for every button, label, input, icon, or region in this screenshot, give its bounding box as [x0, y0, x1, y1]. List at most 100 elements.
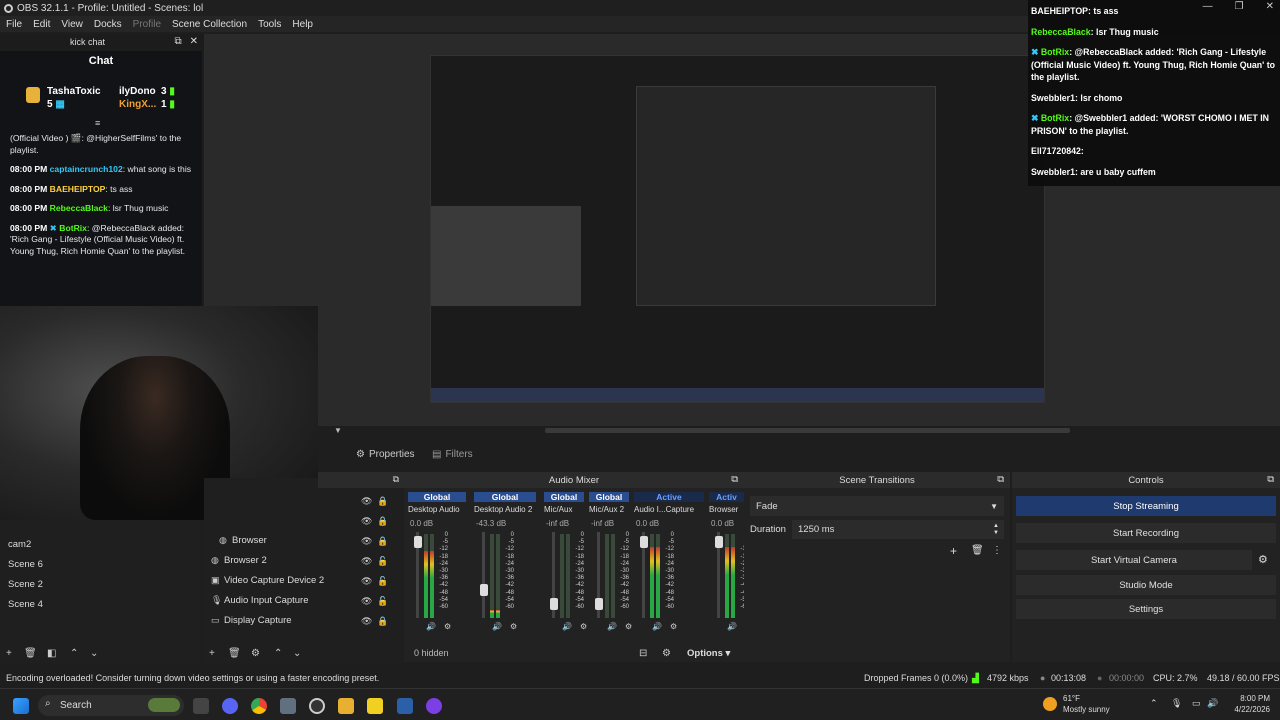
lock-icon[interactable]: 🔒: [377, 536, 388, 547]
visibility-icon[interactable]: 👁: [361, 576, 372, 587]
remove-transition-icon[interactable]: 🗑: [971, 545, 984, 556]
move-up-icon[interactable]: ⌃: [70, 648, 78, 659]
stop-streaming-button[interactable]: Stop Streaming: [1016, 496, 1276, 516]
app-icon[interactable]: [426, 698, 442, 714]
network-icon[interactable]: ▭: [1192, 698, 1201, 709]
channel-settings-icon[interactable]: ⚙: [580, 622, 587, 631]
scene-item[interactable]: Scene 4: [8, 599, 43, 610]
start-virtual-camera-button[interactable]: Start Virtual Camera: [1016, 550, 1252, 570]
mute-icon[interactable]: 🔊: [727, 622, 737, 631]
channel-settings-icon[interactable]: ⚙: [670, 622, 677, 631]
more-options-icon[interactable]: ⋮: [992, 545, 1002, 556]
float-dock-icon[interactable]: ⧉: [174, 36, 181, 47]
visibility-icon[interactable]: 👁: [361, 596, 372, 607]
fader-knob[interactable]: [550, 598, 558, 610]
scene-item[interactable]: Scene 2: [8, 579, 43, 590]
menu-edit[interactable]: Edit: [33, 19, 50, 30]
advanced-icon[interactable]: ⚙: [662, 648, 671, 659]
transition-select[interactable]: Fade ▼: [750, 496, 1004, 516]
fader-knob[interactable]: [414, 536, 422, 548]
source-item[interactable]: ◍ Browser 2: [211, 555, 267, 566]
lock-icon[interactable]: 🔒: [377, 496, 388, 507]
source-item[interactable]: 🎙 Audio Input Capture: [211, 595, 309, 606]
menu-file[interactable]: File: [6, 19, 22, 30]
float-dock-icon[interactable]: ⧉: [731, 474, 738, 485]
app-icon[interactable]: [397, 698, 413, 714]
add-source-icon[interactable]: +: [209, 648, 215, 659]
settings-app-icon[interactable]: [280, 698, 296, 714]
visibility-icon[interactable]: 👁: [361, 536, 372, 547]
close-icon[interactable]: ✕: [1266, 1, 1274, 12]
scene-filters-icon[interactable]: ◧: [47, 648, 56, 659]
volume-fader[interactable]: [482, 532, 485, 618]
menu-profile[interactable]: Profile: [133, 19, 161, 30]
source-item[interactable]: ▣ Video Capture Device 2: [211, 575, 324, 586]
visibility-icon[interactable]: 👁: [361, 556, 372, 567]
lock-icon[interactable]: 🔒: [377, 616, 388, 627]
visibility-icon[interactable]: 👁: [361, 496, 372, 507]
mute-icon[interactable]: 🔊: [492, 622, 502, 631]
file-explorer-icon[interactable]: [338, 698, 354, 714]
scroll-down-icon[interactable]: ▼: [334, 426, 342, 435]
settings-button[interactable]: Settings: [1016, 599, 1276, 619]
unlock-icon[interactable]: 🔓: [377, 576, 388, 587]
minimize-icon[interactable]: —: [1203, 1, 1213, 12]
add-transition-icon[interactable]: +: [950, 544, 957, 558]
float-dock-icon[interactable]: ⧉: [997, 474, 1004, 485]
unlock-icon[interactable]: 🔓: [377, 596, 388, 607]
channel-settings-icon[interactable]: ⚙: [444, 622, 451, 631]
discord-icon[interactable]: [222, 698, 238, 714]
scene-item[interactable]: cam2: [8, 539, 31, 550]
options-button[interactable]: Options ▾: [687, 648, 730, 659]
fader-knob[interactable]: [715, 536, 723, 548]
visibility-icon[interactable]: 👁: [361, 516, 372, 527]
mute-icon[interactable]: 🔊: [426, 622, 436, 631]
maximize-icon[interactable]: ❐: [1235, 1, 1244, 12]
channel-name[interactable]: Desktop Audio: [408, 505, 472, 514]
virtual-camera-settings-icon[interactable]: ⚙: [1258, 553, 1268, 566]
source-properties-icon[interactable]: ⚙: [251, 648, 260, 659]
volume-icon[interactable]: 🔊: [1207, 698, 1218, 709]
mute-icon[interactable]: 🔊: [607, 622, 617, 631]
channel-settings-icon[interactable]: ⚙: [625, 622, 632, 631]
remove-source-icon[interactable]: 🗑: [228, 648, 241, 659]
unlock-icon[interactable]: 🔓: [377, 556, 388, 567]
channel-name[interactable]: Mic/Aux 2: [589, 505, 635, 514]
mic-tray-icon[interactable]: 🎙: [1171, 698, 1182, 709]
preview-scrollbar[interactable]: [545, 428, 1070, 433]
layout-icon[interactable]: ⊟: [639, 648, 647, 659]
float-dock-icon[interactable]: ⧉: [1267, 474, 1274, 485]
obs-app-icon[interactable]: [309, 698, 325, 714]
mute-icon[interactable]: 🔊: [652, 622, 662, 631]
menu-help[interactable]: Help: [292, 19, 313, 30]
tray-chevron-icon[interactable]: ⌃: [1150, 698, 1158, 709]
close-dock-icon[interactable]: ✕: [190, 36, 198, 47]
mute-icon[interactable]: 🔊: [562, 622, 572, 631]
spin-buttons-icon[interactable]: ▲ ▼: [993, 523, 999, 537]
channel-name[interactable]: Desktop Audio 2: [474, 505, 542, 514]
fader-knob[interactable]: [480, 584, 488, 596]
lock-icon[interactable]: 🔒: [377, 516, 388, 527]
scene-item[interactable]: Scene 6: [8, 559, 43, 570]
visibility-icon[interactable]: 👁: [361, 616, 372, 627]
channel-name[interactable]: Audio I...Capture: [634, 505, 710, 514]
menu-view[interactable]: View: [61, 19, 83, 30]
channel-settings-icon[interactable]: ⚙: [510, 622, 517, 631]
channel-name[interactable]: Mic/Aux: [544, 505, 590, 514]
duration-input[interactable]: 1250 ms ▲ ▼: [792, 520, 1004, 539]
source-item[interactable]: ▭ Display Capture: [211, 615, 292, 626]
move-down-icon[interactable]: ⌄: [90, 648, 98, 659]
windows-start-icon[interactable]: [13, 698, 29, 714]
taskbar-search[interactable]: ⌕ Search: [38, 695, 184, 716]
sticky-notes-icon[interactable]: [367, 698, 383, 714]
source-item[interactable]: ◍ Browser: [219, 535, 267, 546]
expand-icon[interactable]: ≡: [95, 118, 100, 128]
menu-scene-collection[interactable]: Scene Collection: [172, 19, 247, 30]
float-dock-icon[interactable]: ⧉: [393, 474, 399, 485]
menu-tools[interactable]: Tools: [258, 19, 281, 30]
start-recording-button[interactable]: Start Recording: [1016, 523, 1276, 543]
menu-docks[interactable]: Docks: [94, 19, 122, 30]
properties-button[interactable]: ⚙ Properties: [356, 446, 415, 462]
chrome-icon[interactable]: [251, 698, 267, 714]
fader-knob[interactable]: [595, 598, 603, 610]
